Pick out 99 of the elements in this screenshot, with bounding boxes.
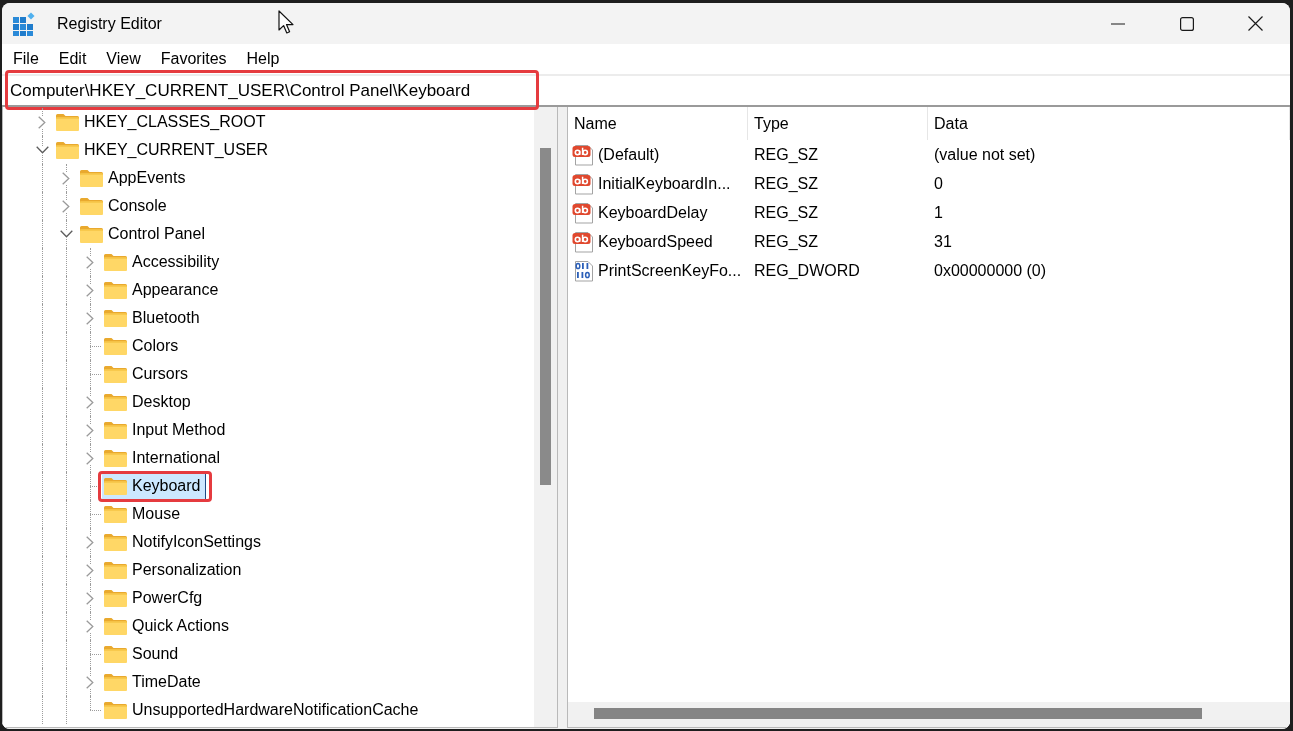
tree-item[interactable]: HKEY_CLASSES_ROOT [54, 108, 271, 136]
chevron-right-icon[interactable] [86, 619, 94, 633]
tree-item[interactable]: Colors [102, 332, 184, 360]
chevron-right-icon[interactable] [86, 591, 94, 605]
chevron-right-icon[interactable] [86, 255, 94, 269]
chevron-right-icon[interactable] [86, 423, 94, 437]
tree-item[interactable]: NotifyIconSettings [102, 528, 266, 556]
tree-item[interactable]: Quick Actions [102, 612, 234, 640]
app-icon [12, 11, 36, 36]
minimize-icon [1110, 22, 1125, 25]
window-title: Registry Editor [57, 14, 162, 33]
folder-icon [104, 365, 127, 383]
tree-item[interactable]: TimeDate [102, 668, 206, 696]
folder-icon [56, 141, 79, 159]
folder-icon [104, 281, 127, 299]
tree-item[interactable]: HKEY_CURRENT_USER [54, 136, 274, 164]
tree-item[interactable]: Cursors [102, 360, 193, 388]
folder-icon [80, 169, 103, 187]
horizontal-scrollbar[interactable] [568, 702, 1290, 727]
chevron-right-icon[interactable] [86, 311, 94, 325]
value-name[interactable]: (Default) [598, 145, 660, 164]
value-type: REG_SZ [754, 203, 818, 222]
value-data: 0 [934, 174, 943, 193]
tree-item[interactable]: Accessibility [102, 248, 225, 276]
folder-icon [104, 701, 127, 719]
menu-item[interactable]: Favorites [150, 44, 237, 74]
chevron-right-icon[interactable] [38, 115, 46, 129]
value-name[interactable]: KeyboardSpeed [598, 232, 713, 251]
chevron-right-icon[interactable] [86, 283, 94, 297]
chevron-right-icon[interactable] [62, 199, 70, 213]
chevron-down-icon[interactable] [35, 146, 49, 154]
text-document-icon [572, 201, 594, 224]
text-document-icon [572, 230, 594, 253]
column-header[interactable]: Data [928, 107, 1290, 140]
value-name[interactable]: KeyboardDelay [598, 203, 708, 222]
value-name[interactable]: InitialKeyboardIn... [598, 174, 731, 193]
folder-icon [104, 477, 127, 495]
value-name[interactable]: PrintScreenKeyFo... [598, 261, 742, 280]
folder-icon [104, 617, 127, 635]
value-data: 31 [934, 232, 952, 251]
chevron-right-icon[interactable] [62, 171, 70, 185]
folder-icon [104, 589, 127, 607]
tree-item[interactable]: Mouse [102, 500, 186, 528]
folder-icon [104, 253, 127, 271]
column-header[interactable]: Type [748, 107, 928, 140]
tree-item[interactable]: Input Method [102, 416, 231, 444]
maximize-icon [1179, 16, 1194, 31]
value-data: (value not set) [934, 145, 1036, 164]
value-type: REG_DWORD [754, 261, 860, 280]
tree-item[interactable]: Control Panel [78, 220, 210, 248]
menu-item[interactable]: Help [236, 44, 290, 74]
value-data: 0x00000000 (0) [934, 261, 1047, 280]
chevron-right-icon[interactable] [86, 451, 94, 465]
value-type: REG_SZ [754, 174, 818, 193]
tree-item[interactable]: UnsupportedHardwareNotificationCache [102, 696, 424, 724]
folder-icon [104, 561, 127, 579]
tree-item[interactable]: Console [78, 192, 172, 220]
menu-item[interactable]: Edit [48, 44, 97, 74]
folder-icon [104, 645, 127, 663]
tree-item[interactable]: Bluetooth [102, 304, 205, 332]
folder-icon [104, 421, 127, 439]
menu-item[interactable]: File [3, 44, 49, 74]
folder-icon [104, 533, 127, 551]
chevron-down-icon[interactable] [59, 230, 73, 238]
folder-icon [104, 673, 127, 691]
tree-item[interactable]: Personalization [102, 556, 247, 584]
folder-icon [104, 393, 127, 411]
value-data: 1 [934, 203, 943, 222]
folder-icon [104, 505, 127, 523]
folder-icon [104, 337, 127, 355]
tree-item[interactable]: Desktop [102, 388, 196, 416]
folder-icon [80, 197, 103, 215]
folder-icon [56, 113, 79, 131]
folder-icon [104, 309, 127, 327]
mouse-pointer-icon [278, 10, 295, 35]
folder-icon [80, 225, 103, 243]
scrollbar-thumb[interactable] [594, 708, 1202, 719]
chevron-right-icon[interactable] [86, 563, 94, 577]
value-type: REG_SZ [754, 232, 818, 251]
scrollbar-thumb[interactable] [540, 148, 551, 485]
folder-icon [104, 449, 127, 467]
text-document-icon [572, 172, 594, 195]
menu-item[interactable]: View [96, 44, 151, 74]
chevron-right-icon[interactable] [86, 395, 94, 409]
tree-item[interactable]: International [102, 444, 226, 472]
binary-icon [572, 259, 594, 282]
address-path: Computer\HKEY_CURRENT_USER\Control Panel\Keyboard [10, 80, 471, 101]
tree-item[interactable]: AppEvents [78, 164, 191, 192]
column-header[interactable]: Name [568, 107, 748, 140]
tree-item[interactable]: Appearance [102, 276, 224, 304]
tree-item[interactable]: Sound [102, 640, 184, 668]
chevron-right-icon[interactable] [86, 675, 94, 689]
chevron-right-icon[interactable] [86, 535, 94, 549]
close-icon [1248, 16, 1263, 31]
text-document-icon [572, 143, 594, 166]
tree-item[interactable]: PowerCfg [102, 584, 208, 612]
vertical-scrollbar[interactable] [534, 107, 557, 727]
value-type: REG_SZ [754, 145, 818, 164]
tree-item[interactable]: Keyboard [102, 472, 206, 500]
